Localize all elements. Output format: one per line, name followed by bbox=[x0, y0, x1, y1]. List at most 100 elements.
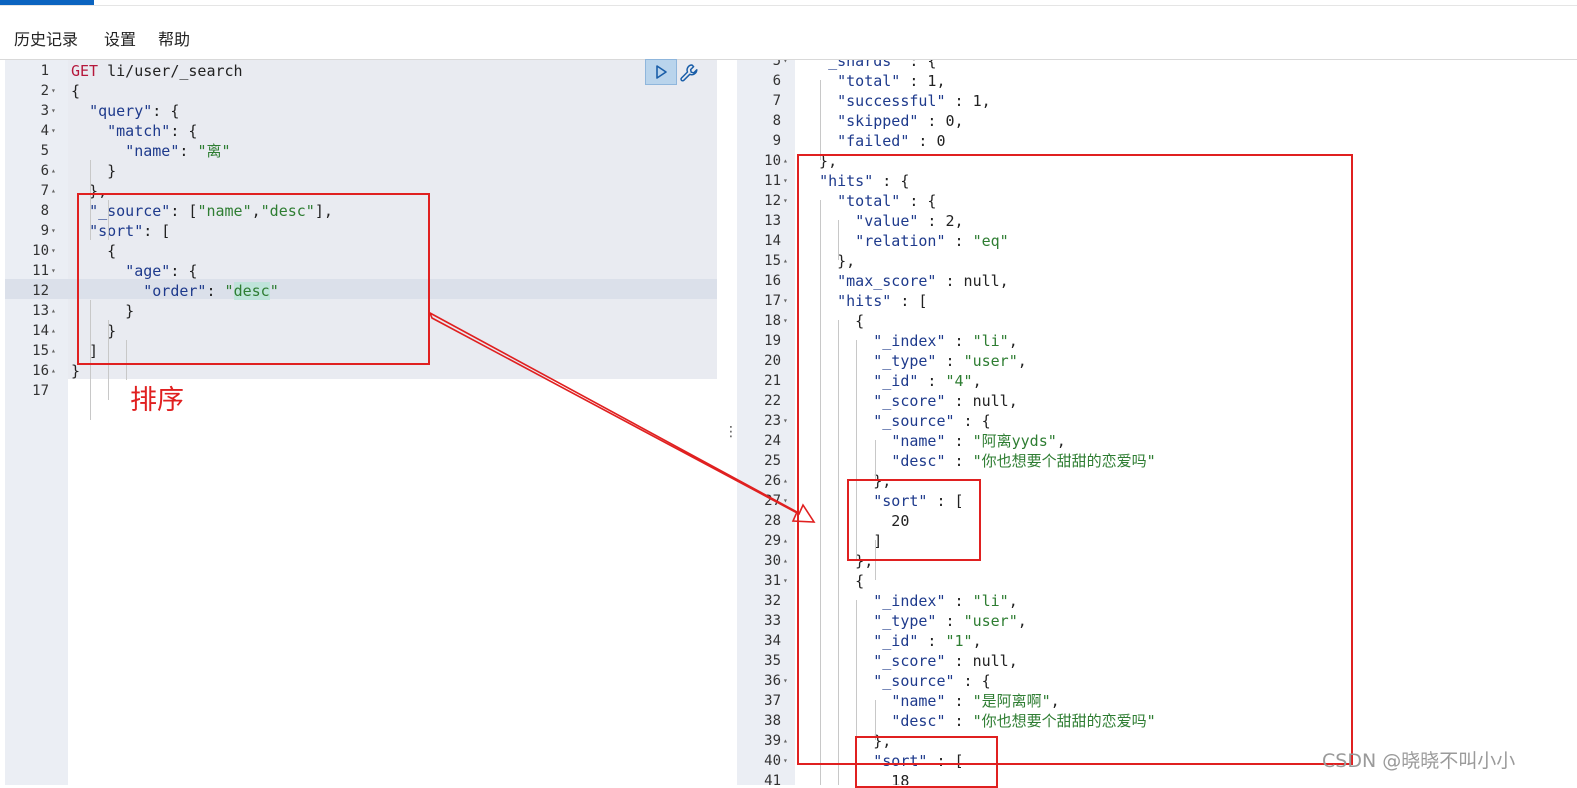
fold-expand-icon[interactable]: ▴ bbox=[783, 151, 788, 171]
line-number: 12 bbox=[764, 193, 781, 209]
fold-collapse-icon[interactable]: ▾ bbox=[783, 411, 788, 431]
code-token: "_shards" bbox=[819, 60, 901, 70]
code-token: "successful" bbox=[837, 92, 946, 110]
code-line: 9 "failed" : 0 bbox=[737, 131, 1577, 151]
code-text: GET li/user/_search bbox=[71, 61, 243, 81]
fold-collapse-icon[interactable]: ▾ bbox=[51, 121, 56, 141]
code-line: 17 bbox=[5, 381, 717, 401]
sort-annotation-label: 排序 bbox=[130, 385, 184, 416]
code-line: 6 "total" : 1, bbox=[737, 71, 1577, 91]
line-number: 22 bbox=[764, 393, 781, 409]
fold-expand-icon[interactable]: ▴ bbox=[51, 361, 56, 381]
pane-divider[interactable] bbox=[717, 60, 737, 785]
fold-collapse-icon[interactable]: ▾ bbox=[51, 221, 56, 241]
line-number: 37 bbox=[764, 693, 781, 709]
fold-expand-icon[interactable]: ▴ bbox=[783, 531, 788, 551]
line-number: 38 bbox=[764, 713, 781, 729]
line-number: 35 bbox=[764, 653, 781, 669]
code-text: { bbox=[71, 81, 80, 101]
sort-value-highlight-box bbox=[847, 479, 981, 561]
line-number: 12 bbox=[32, 283, 49, 299]
fold-expand-icon[interactable]: ▴ bbox=[783, 551, 788, 571]
line-number: 14 bbox=[32, 323, 49, 339]
code-line: 6 ▴ } bbox=[5, 161, 717, 181]
fold-collapse-icon[interactable]: ▾ bbox=[783, 60, 788, 71]
line-number: 2 bbox=[40, 83, 49, 99]
code-line: 1 GET li/user/_search bbox=[5, 61, 717, 81]
line-number: 8 bbox=[40, 203, 49, 219]
menu-help[interactable]: 帮助 bbox=[158, 26, 190, 50]
code-token: : { bbox=[170, 122, 198, 140]
line-number: 26 bbox=[764, 473, 781, 489]
menu-history[interactable]: 历史记录 bbox=[14, 26, 78, 50]
code-text: "total" : 1, bbox=[801, 71, 945, 91]
fold-collapse-icon[interactable]: ▾ bbox=[783, 571, 788, 591]
fold-expand-icon[interactable]: ▴ bbox=[51, 301, 56, 321]
fold-collapse-icon[interactable]: ▾ bbox=[51, 101, 56, 121]
line-number: 14 bbox=[764, 233, 781, 249]
fold-expand-icon[interactable]: ▴ bbox=[783, 731, 788, 751]
fold-collapse-icon[interactable]: ▾ bbox=[51, 261, 56, 281]
fold-collapse-icon[interactable]: ▾ bbox=[783, 311, 788, 331]
line-number: 10 bbox=[32, 243, 49, 259]
run-request-button[interactable] bbox=[645, 59, 677, 85]
line-number: 36 bbox=[764, 673, 781, 689]
line-number: 21 bbox=[764, 373, 781, 389]
code-text: "failed" : 0 bbox=[801, 131, 946, 151]
line-number: 41 bbox=[764, 773, 781, 785]
line-number: 40 bbox=[764, 753, 781, 769]
fold-expand-icon[interactable]: ▴ bbox=[783, 471, 788, 491]
menu-bar: 历史记录 设置 帮助 bbox=[0, 6, 1577, 60]
line-number: 3 bbox=[40, 103, 49, 119]
fold-collapse-icon[interactable]: ▾ bbox=[783, 191, 788, 211]
fold-expand-icon[interactable]: ▴ bbox=[51, 321, 56, 341]
line-number: 17 bbox=[32, 383, 49, 399]
code-token: "name" bbox=[125, 142, 180, 160]
code-text: "name": "离" bbox=[71, 141, 230, 161]
active-tab-indicator bbox=[0, 0, 94, 5]
code-text: "successful" : 1, bbox=[801, 91, 991, 111]
code-token: : 1, bbox=[945, 92, 991, 110]
request-editor[interactable]: 1 GET li/user/_search 2 ▾{3 ▾ "query": {4 ▾ "… bbox=[5, 60, 717, 785]
indent-guide bbox=[820, 80, 821, 160]
wrench-icon[interactable] bbox=[678, 62, 700, 84]
line-number: 23 bbox=[764, 413, 781, 429]
code-token: : 0 bbox=[909, 132, 946, 150]
fold-expand-icon[interactable]: ▴ bbox=[51, 341, 56, 361]
fold-expand-icon[interactable]: ▴ bbox=[51, 161, 56, 181]
line-number: 27 bbox=[764, 493, 781, 509]
line-number: 25 bbox=[764, 453, 781, 469]
fold-collapse-icon[interactable]: ▾ bbox=[783, 291, 788, 311]
fold-collapse-icon[interactable]: ▾ bbox=[783, 751, 788, 771]
line-number: 30 bbox=[764, 553, 781, 569]
line-number: 16 bbox=[764, 273, 781, 289]
code-text: "match": { bbox=[71, 121, 197, 141]
line-number: 16 bbox=[32, 363, 49, 379]
fold-collapse-icon[interactable]: ▾ bbox=[783, 491, 788, 511]
code-token: "skipped" bbox=[837, 112, 919, 130]
code-token: } bbox=[71, 162, 117, 180]
line-number: 13 bbox=[764, 213, 781, 229]
menu-settings[interactable]: 设置 bbox=[104, 26, 136, 50]
line-number: 6 bbox=[40, 163, 49, 179]
fold-expand-icon[interactable]: ▴ bbox=[783, 251, 788, 271]
fold-collapse-icon[interactable]: ▾ bbox=[51, 81, 56, 101]
line-number: 10 bbox=[764, 153, 781, 169]
fold-collapse-icon[interactable]: ▾ bbox=[783, 171, 788, 191]
sort-query-highlight-box bbox=[77, 193, 430, 365]
code-line: 5 "name": "离" bbox=[5, 141, 717, 161]
resize-handle-icon[interactable]: ⋮ bbox=[724, 424, 738, 440]
line-number: 33 bbox=[764, 613, 781, 629]
line-number: 5 bbox=[772, 60, 781, 69]
code-token: "match" bbox=[107, 122, 171, 140]
line-number: 19 bbox=[764, 333, 781, 349]
fold-expand-icon[interactable]: ▴ bbox=[51, 181, 56, 201]
sort-value-highlight-box-2 bbox=[855, 736, 998, 788]
fold-collapse-icon[interactable]: ▾ bbox=[51, 241, 56, 261]
line-number: 17 bbox=[764, 293, 781, 309]
code-line: 5 ▾ "_shards" : { bbox=[737, 60, 1577, 71]
fold-collapse-icon[interactable]: ▾ bbox=[783, 671, 788, 691]
hits-highlight-box bbox=[797, 154, 1353, 765]
code-token: "failed" bbox=[837, 132, 910, 150]
line-number: 29 bbox=[764, 533, 781, 549]
